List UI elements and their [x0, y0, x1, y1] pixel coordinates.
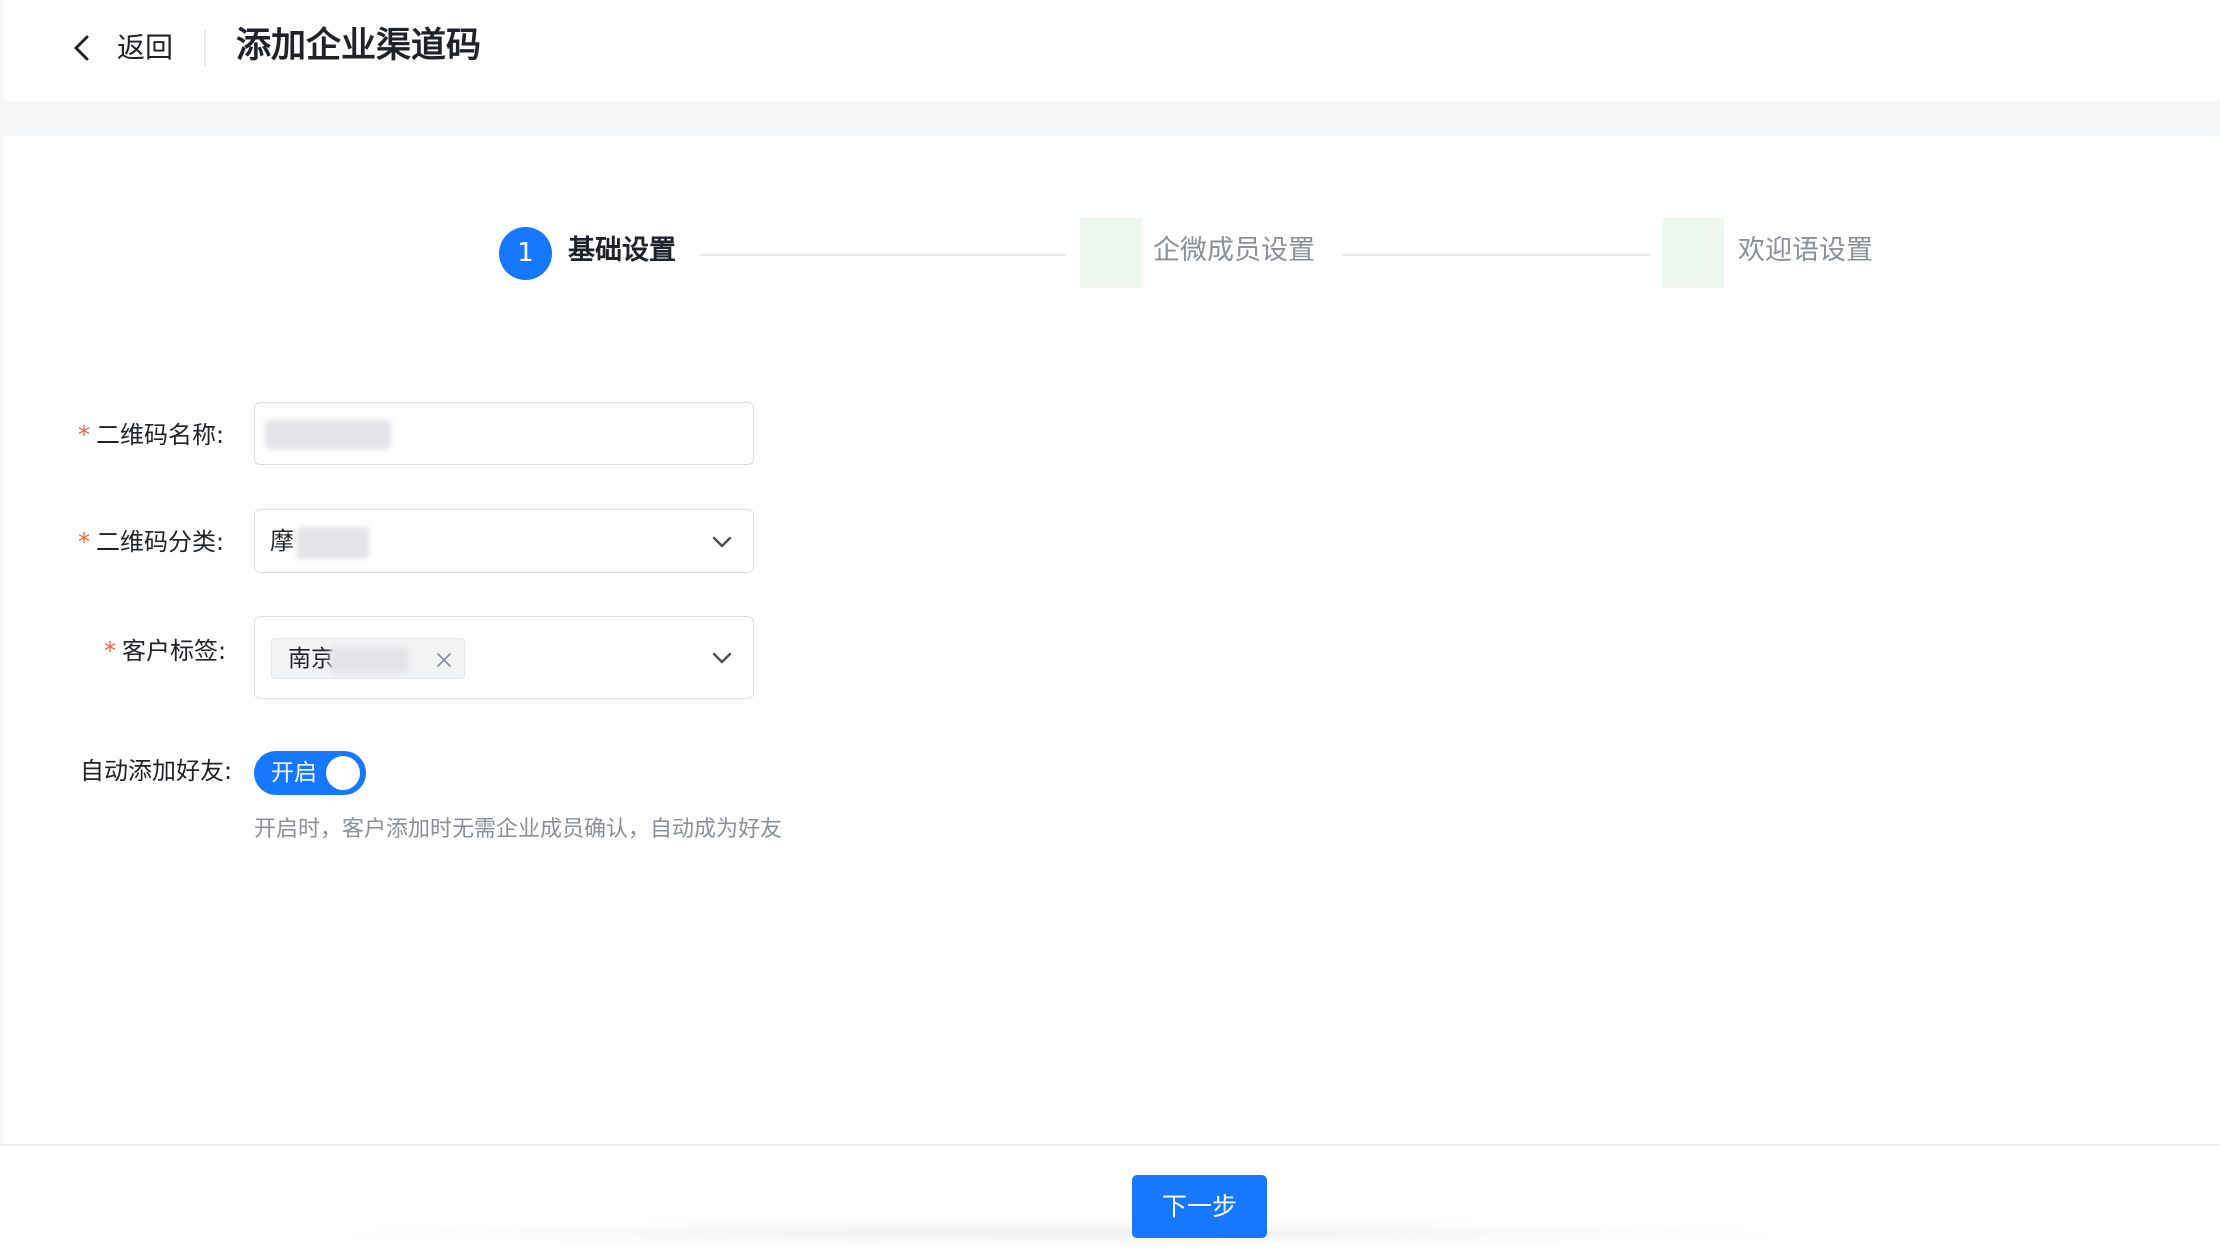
switch-knob [326, 756, 360, 790]
chevron-down-icon[interactable] [711, 651, 733, 665]
step-3-icon [1662, 218, 1724, 288]
auto-add-friend-label: 自动添加好友: [80, 757, 233, 785]
chevron-left-icon[interactable] [69, 31, 95, 65]
step-1-label: 基础设置 [568, 235, 676, 266]
header-divider [204, 30, 206, 66]
tag-chip-text: 南京 [288, 646, 334, 672]
qr-category-value: 摩 [270, 527, 294, 555]
customer-tags-label: * 客户标签: [104, 634, 226, 668]
qr-category-label: * 二维码分类: [78, 525, 224, 559]
qr-name-label-text: 二维码名称: [96, 421, 225, 449]
switch-text: 开启 [271, 760, 317, 786]
auto-add-friend-hint: 开启时，客户添加时无需企业成员确认，自动成为好友 [254, 817, 783, 842]
required-mark: * [78, 421, 90, 449]
chevron-down-icon[interactable] [711, 535, 733, 549]
required-mark: * [104, 637, 116, 665]
step-2-icon [1080, 218, 1142, 288]
redacted-text [297, 527, 369, 559]
qr-category-select[interactable]: 摩 [254, 509, 754, 573]
back-link[interactable]: 返回 [117, 30, 173, 66]
step-1-badge: 1 [499, 227, 552, 280]
auto-add-friend-switch[interactable]: 开启 [254, 751, 366, 795]
tag-chip: 南京 [271, 638, 465, 679]
step-2-label: 企微成员设置 [1153, 235, 1315, 266]
required-mark: * [78, 528, 90, 556]
redacted-text [330, 647, 408, 673]
step-connector-1 [700, 254, 1066, 256]
next-step-button[interactable]: 下一步 [1132, 1175, 1267, 1238]
customer-tags-select[interactable]: 南京 [254, 616, 754, 699]
close-icon[interactable] [436, 652, 452, 668]
page-header: 返回 添加企业渠道码 [3, 0, 2220, 102]
footer-shadow [280, 1218, 1840, 1248]
qr-name-label: * 二维码名称: [78, 418, 224, 452]
qr-category-label-text: 二维码分类: [96, 528, 225, 556]
customer-tags-label-text: 客户标签: [122, 637, 227, 665]
step-3-label: 欢迎语设置 [1738, 235, 1873, 266]
page-title: 添加企业渠道码 [236, 26, 482, 66]
step-connector-2 [1342, 254, 1650, 256]
redacted-text [265, 420, 391, 450]
qr-name-input[interactable] [254, 402, 754, 465]
